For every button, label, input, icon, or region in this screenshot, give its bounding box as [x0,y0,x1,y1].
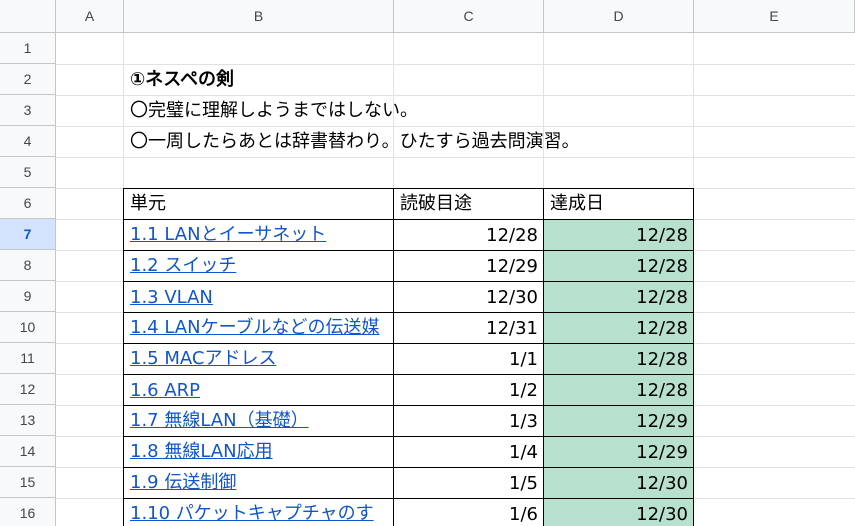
unit-link[interactable]: 1.1 LANとイーサネット [124,219,394,249]
done-date[interactable]: 12/28 [544,219,694,249]
table-border [123,436,694,437]
table-border [543,188,544,526]
table-border [123,374,694,375]
row-header-3[interactable]: 3 [0,95,56,126]
done-date[interactable]: 12/29 [544,405,694,435]
unit-link[interactable]: 1.8 無線LAN応用 [124,436,394,466]
table-border [123,219,694,220]
table-border [123,405,694,406]
notes-line-1[interactable]: 〇完璧に理解しようまではしない。 [124,95,724,125]
target-date[interactable]: 1/5 [394,467,544,497]
spreadsheet-grid[interactable]: A B C D E 1 2 3 4 5 6 7 8 9 10 11 12 13 … [0,0,855,526]
row-header-9[interactable]: 9 [0,281,56,312]
done-date[interactable]: 12/28 [544,374,694,404]
table-border [123,188,124,526]
target-date[interactable]: 1/1 [394,343,544,373]
done-date[interactable]: 12/28 [544,343,694,373]
unit-link[interactable]: 1.2 スイッチ [124,250,394,280]
table-border [393,188,394,526]
column-header-c[interactable]: C [394,0,544,33]
row-header-12[interactable]: 12 [0,374,56,405]
done-date[interactable]: 12/29 [544,436,694,466]
row-header-5[interactable]: 5 [0,157,56,188]
target-date[interactable]: 12/28 [394,219,544,249]
column-header-e[interactable]: E [694,0,855,33]
table-border [123,281,694,282]
row-header-6[interactable]: 6 [0,188,56,219]
row-header-2[interactable]: 2 [0,64,56,95]
row-header-4[interactable]: 4 [0,126,56,157]
done-date[interactable]: 12/28 [544,250,694,280]
row-header-1[interactable]: 1 [0,33,56,64]
row-header-7[interactable]: 7 [0,219,56,250]
done-date[interactable]: 12/30 [544,467,694,497]
notes-line-2[interactable]: 〇一周したらあとは辞書替わり。ひたすら過去問演習。 [124,126,724,156]
row-header-10[interactable]: 10 [0,312,56,343]
column-header-a[interactable]: A [56,0,124,33]
done-date[interactable]: 12/28 [544,281,694,311]
target-date[interactable]: 1/6 [394,498,544,526]
target-date[interactable]: 12/30 [394,281,544,311]
table-border [123,467,694,468]
row-header-11[interactable]: 11 [0,343,56,374]
target-date[interactable]: 1/4 [394,436,544,466]
unit-link[interactable]: 1.3 VLAN [124,281,394,311]
row-header-14[interactable]: 14 [0,436,56,467]
target-date[interactable]: 1/3 [394,405,544,435]
unit-link[interactable]: 1.10 パケットキャプチャのす [124,498,394,526]
row-header-15[interactable]: 15 [0,467,56,498]
done-date[interactable]: 12/28 [544,312,694,342]
target-date[interactable]: 1/2 [394,374,544,404]
unit-link[interactable]: 1.9 伝送制御 [124,467,394,497]
column-header-b[interactable]: B [124,0,394,33]
unit-link[interactable]: 1.5 MACアドレス [124,343,394,373]
unit-link[interactable]: 1.7 無線LAN（基礎） [124,405,394,435]
row-header-8[interactable]: 8 [0,250,56,281]
table-border [693,188,694,526]
column-header-d[interactable]: D [544,0,694,33]
target-date[interactable]: 12/29 [394,250,544,280]
table-header-done[interactable]: 達成日 [544,188,694,218]
unit-link[interactable]: 1.6 ARP [124,374,394,404]
select-all-corner[interactable] [0,0,56,33]
table-border [123,343,694,344]
unit-link[interactable]: 1.4 LANケーブルなどの伝送媒 [124,312,394,342]
table-border [123,312,694,313]
done-date[interactable]: 12/30 [544,498,694,526]
table-border [123,188,694,189]
table-border [123,498,694,499]
table-border [123,250,694,251]
notes-title[interactable]: ①ネスペの剣 [124,64,724,94]
table-header-target[interactable]: 読破目途 [394,188,544,218]
table-header-unit[interactable]: 単元 [124,188,394,218]
row-header-13[interactable]: 13 [0,405,56,436]
target-date[interactable]: 12/31 [394,312,544,342]
row-header-16[interactable]: 16 [0,498,56,526]
